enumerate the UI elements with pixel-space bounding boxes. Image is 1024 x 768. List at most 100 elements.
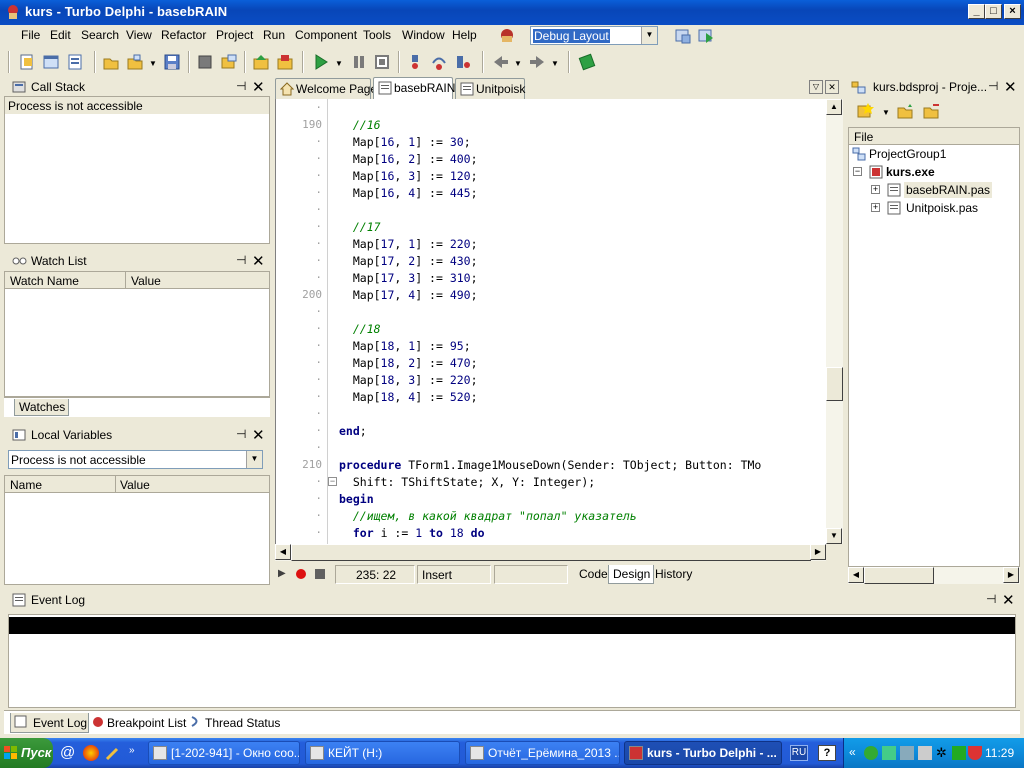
code-line[interactable]: //18: [339, 322, 381, 336]
tab-breakpoint-list[interactable]: Breakpoint List: [90, 713, 186, 733]
help-icon[interactable]: ?: [818, 745, 836, 761]
step-over-icon[interactable]: [430, 53, 448, 71]
open-icon[interactable]: [102, 53, 120, 71]
new-project-icon[interactable]: [856, 102, 874, 120]
scroll-down-icon[interactable]: ▼: [826, 528, 842, 544]
code-line[interactable]: Map[17, 1] := 220;: [339, 237, 478, 251]
code-line[interactable]: Map[17, 2] := 430;: [339, 254, 478, 268]
trace-into-icon[interactable]: [406, 53, 424, 71]
tab-thread-status[interactable]: Thread Status: [188, 713, 280, 733]
new-form-icon[interactable]: [42, 53, 60, 71]
start-button[interactable]: Пуск: [0, 738, 53, 768]
close-icon[interactable]: ✕: [252, 426, 265, 444]
col-file[interactable]: File: [854, 130, 873, 144]
editor-vscroll[interactable]: ▲ ▼: [826, 99, 843, 544]
help-book-icon[interactable]: [578, 53, 596, 71]
task-message-window[interactable]: [1-202-941] - Окно соо...: [148, 741, 300, 765]
quicklaunch-chevron-icon[interactable]: »: [129, 745, 135, 756]
editor-vscroll-thumb[interactable]: [826, 367, 843, 401]
code-line[interactable]: //17: [339, 220, 381, 234]
play-icon[interactable]: ▶: [278, 568, 286, 579]
menu-help[interactable]: Help: [452, 28, 477, 42]
code-line[interactable]: Map[18, 4] := 520;: [339, 390, 478, 404]
tab-welcome-page[interactable]: Welcome Page: [275, 78, 377, 99]
task-word-document[interactable]: Отчёт_Ерёмина_2013 ...: [465, 741, 620, 765]
menu-view[interactable]: View: [126, 28, 152, 42]
close-button[interactable]: ×: [1004, 4, 1021, 19]
code-line[interactable]: //16: [339, 118, 381, 132]
code-line[interactable]: procedure TForm1.Image1MouseDown(Sender:…: [339, 458, 761, 472]
close-icon[interactable]: ✕: [252, 78, 265, 96]
chevron-down-icon[interactable]: ▼: [882, 108, 890, 117]
editor-hscroll-thumb[interactable]: [291, 544, 811, 561]
tray-game-icon[interactable]: [952, 746, 966, 760]
run-icon[interactable]: [312, 53, 330, 71]
delphi-app-icon[interactable]: [5, 4, 21, 20]
code-line[interactable]: Map[17, 3] := 310;: [339, 271, 478, 285]
menu-component[interactable]: Component: [295, 28, 357, 42]
tab-code[interactable]: Code: [579, 567, 608, 581]
tab-list-icon[interactable]: ▽: [809, 80, 823, 94]
language-indicator[interactable]: RU: [790, 745, 808, 761]
menu-search[interactable]: Search: [81, 28, 119, 42]
scroll-right-icon[interactable]: ▶: [1003, 567, 1019, 583]
tools-icon[interactable]: [105, 745, 121, 761]
scroll-left-icon[interactable]: ◀: [848, 567, 864, 583]
close-icon[interactable]: ✕: [825, 80, 839, 94]
chevron-down-icon[interactable]: ▼: [335, 59, 343, 68]
watch-list-grid[interactable]: Watch Name Value: [4, 271, 270, 397]
tab-unitpoisk[interactable]: Unitpoisk: [455, 78, 525, 99]
code-line[interactable]: Map[18, 1] := 95;: [339, 339, 471, 353]
menu-run[interactable]: Run: [263, 28, 285, 42]
scroll-up-icon[interactable]: ▲: [826, 99, 842, 115]
task-drive-h[interactable]: КЕЙТ (H:): [305, 741, 460, 765]
maximize-button[interactable]: □: [985, 4, 1002, 19]
tab-watches[interactable]: Watches: [14, 399, 69, 416]
stop-record-icon[interactable]: [315, 569, 325, 579]
security-shield-icon[interactable]: [968, 746, 982, 760]
chevron-down-icon[interactable]: ▼: [514, 59, 522, 68]
local-vars-combo[interactable]: Process is not accessible ▼: [8, 450, 263, 469]
view-form-icon[interactable]: [276, 53, 294, 71]
forward-arrow-icon[interactable]: [528, 53, 546, 71]
tab-event-log[interactable]: Event Log: [10, 713, 89, 733]
menu-refactor[interactable]: Refactor: [161, 28, 206, 42]
code-line[interactable]: Map[18, 2] := 470;: [339, 356, 478, 370]
tree-exe[interactable]: kurs.exe: [886, 165, 935, 179]
call-stack-list[interactable]: Process is not accessible: [4, 96, 270, 244]
chevron-down-icon[interactable]: ▼: [641, 27, 657, 44]
chevron-down-icon[interactable]: ▼: [149, 59, 157, 68]
expand-icon[interactable]: +: [871, 203, 880, 212]
col-value[interactable]: Value: [120, 478, 150, 492]
close-icon[interactable]: ✕: [1002, 591, 1015, 609]
code-line[interactable]: //ищем, в какой квадрат "попал" указател…: [339, 509, 637, 523]
remove-folder-icon[interactable]: [922, 102, 940, 120]
stop-icon[interactable]: [373, 53, 391, 71]
tray-monitor-icon[interactable]: [918, 746, 932, 760]
minimize-button[interactable]: _: [968, 4, 985, 19]
code-line[interactable]: Map[16, 2] := 400;: [339, 152, 478, 166]
code-line[interactable]: Map[16, 4] := 445;: [339, 186, 478, 200]
run-to-cursor-icon[interactable]: [454, 53, 472, 71]
code-line[interactable]: for i := 1 to 18 do: [339, 526, 485, 540]
project-hscroll[interactable]: ◀ ▶: [848, 567, 1020, 584]
col-value[interactable]: Value: [131, 274, 161, 288]
menu-tools[interactable]: Tools: [363, 28, 391, 42]
tray-app-icon[interactable]: [864, 746, 878, 760]
clock[interactable]: 11:29: [985, 746, 1014, 760]
layout-combo[interactable]: Debug Layout ▼: [530, 26, 658, 45]
menu-edit[interactable]: Edit: [50, 28, 71, 42]
scroll-right-icon[interactable]: ▶: [810, 544, 826, 560]
pin-icon[interactable]: ⊣: [236, 427, 246, 441]
open-project-icon[interactable]: [126, 53, 144, 71]
col-watch-name[interactable]: Watch Name: [10, 274, 79, 288]
pin-icon[interactable]: ⊣: [236, 253, 246, 267]
task-turbo-delphi[interactable]: kurs - Turbo Delphi - ...: [624, 741, 782, 765]
menu-window[interactable]: Window: [402, 28, 445, 42]
project-manager-icon[interactable]: [196, 53, 214, 71]
save-all-icon[interactable]: [163, 53, 181, 71]
project-tree[interactable]: File ProjectGroup1 − kurs.exe + basebRAI…: [848, 127, 1020, 567]
tree-file-basebrain[interactable]: basebRAIN.pas: [904, 182, 993, 198]
pin-icon[interactable]: ⊣: [236, 79, 246, 93]
local-vars-grid[interactable]: Name Value: [4, 475, 270, 585]
